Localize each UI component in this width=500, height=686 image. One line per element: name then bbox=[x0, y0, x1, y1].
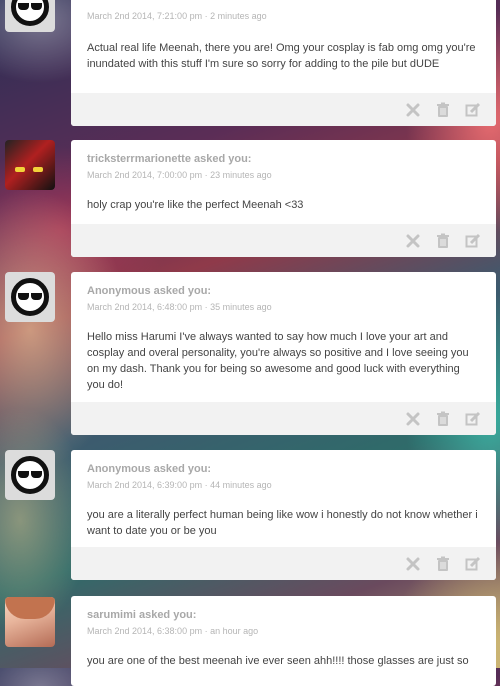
question-text: Hello miss Harumi I've always wanted to … bbox=[87, 331, 469, 391]
post-timestamp: March 2nd 2014, 6:39:00 pm · 44 minutes … bbox=[87, 480, 272, 490]
post-timestamp: March 2nd 2014, 7:00:00 pm · 23 minutes … bbox=[87, 170, 272, 180]
ask-card: sarumimi asked you: March 2nd 2014, 6:38… bbox=[71, 596, 496, 686]
ask-post: sarumimi asked you: March 2nd 2014, 6:38… bbox=[0, 0, 500, 686]
post-timestamp: March 2nd 2014, 6:38:00 pm · an hour ago bbox=[87, 626, 259, 636]
close-icon[interactable] bbox=[404, 232, 422, 250]
post-timestamp: March 2nd 2014, 6:48:00 pm · 35 minutes … bbox=[87, 302, 272, 312]
trash-icon[interactable] bbox=[434, 555, 452, 573]
close-icon[interactable] bbox=[404, 101, 422, 119]
edit-icon[interactable] bbox=[464, 101, 482, 119]
question-text: you are a literally perfect human being … bbox=[87, 509, 478, 537]
asker-name: Anonymous asked you: bbox=[87, 463, 212, 475]
close-icon[interactable] bbox=[404, 555, 422, 573]
post-actions bbox=[71, 93, 496, 126]
anonymous-avatar[interactable] bbox=[5, 450, 55, 500]
trash-icon[interactable] bbox=[434, 232, 452, 250]
sarumimi-avatar[interactable] bbox=[5, 597, 55, 647]
question-text: you are one of the best meenah ive ever … bbox=[87, 655, 469, 667]
asker-name[interactable]: sarumimi asked you: bbox=[87, 608, 480, 622]
trash-icon[interactable] bbox=[434, 410, 452, 428]
edit-icon[interactable] bbox=[464, 410, 482, 428]
anonymous-avatar[interactable] bbox=[5, 272, 55, 322]
close-icon[interactable] bbox=[404, 410, 422, 428]
post-actions bbox=[71, 224, 496, 257]
ask-card: Anonymous asked you: March 2nd 2014, 6:3… bbox=[71, 450, 496, 580]
tricksterrmarionette-avatar[interactable] bbox=[5, 140, 55, 190]
post-actions bbox=[71, 547, 496, 580]
edit-icon[interactable] bbox=[464, 555, 482, 573]
trash-icon[interactable] bbox=[434, 101, 452, 119]
question-text: holy crap you're like the perfect Meenah… bbox=[87, 199, 304, 211]
edit-icon[interactable] bbox=[464, 232, 482, 250]
asker-name[interactable]: tricksterrmarionette asked you: bbox=[87, 152, 480, 166]
asker-name: Anonymous asked you: bbox=[87, 285, 212, 297]
ask-card: Anonymous asked you: March 2nd 2014, 6:4… bbox=[71, 272, 496, 435]
ask-card: tricksterrmarionette asked you: March 2n… bbox=[71, 140, 496, 257]
post-actions bbox=[71, 402, 496, 435]
